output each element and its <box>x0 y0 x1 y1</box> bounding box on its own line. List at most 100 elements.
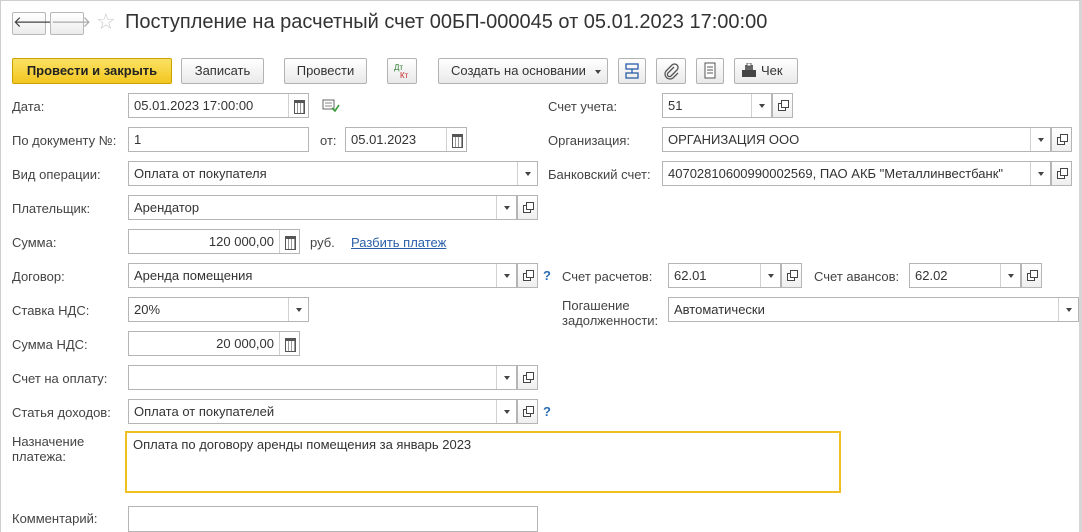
contract-select[interactable]: Аренда помещения <box>128 263 517 288</box>
settlement-account-select[interactable]: 62.01 <box>668 263 781 288</box>
payer-select[interactable]: Арендатор <box>128 195 517 220</box>
income-item-value: Оплата от покупателей <box>134 404 275 419</box>
split-payment-link[interactable]: Разбить платеж <box>351 235 446 250</box>
sum-field[interactable]: 120 000,00 <box>128 229 300 254</box>
calendar-icon[interactable] <box>288 94 308 117</box>
invoice-select[interactable] <box>128 365 517 390</box>
receipt-button[interactable]: Чек <box>734 58 798 84</box>
debt-repayment-select[interactable]: Автоматически <box>668 297 1079 322</box>
sum-value: 120 000,00 <box>208 234 274 249</box>
sum-label: Сумма: <box>12 235 57 250</box>
chevron-down-icon[interactable] <box>760 264 780 287</box>
calendar-icon[interactable] <box>446 128 466 151</box>
arrow-right-icon: 🡒 <box>51 14 92 31</box>
dt-kt-icon: Дт Кт <box>394 63 409 80</box>
svg-text:Кт: Кт <box>400 71 409 80</box>
chevron-down-icon[interactable] <box>496 264 516 287</box>
report-button[interactable] <box>696 58 724 84</box>
create-based-on-label: Создать на основании <box>451 63 586 78</box>
invoice-label: Счет на оплату: <box>12 371 108 386</box>
chevron-down-icon[interactable] <box>496 366 516 389</box>
create-based-on-button[interactable]: Создать на основании <box>438 58 608 84</box>
page-title: Поступление на расчетный счет 00БП-00004… <box>125 11 768 33</box>
income-item-label: Статья доходов: <box>12 405 111 420</box>
bank-account-select[interactable]: 40702810600990002569, ПАО АКБ "Металлинв… <box>662 161 1051 186</box>
vat-sum-field[interactable]: 20 000,00 <box>128 331 300 356</box>
open-bank-account-icon[interactable] <box>1051 161 1072 186</box>
contract-label: Договор: <box>12 269 65 284</box>
currency-label: руб. <box>310 235 335 250</box>
doc-number-field[interactable]: 1 <box>128 127 309 152</box>
attach-button[interactable] <box>656 58 686 84</box>
chevron-down-icon[interactable] <box>288 298 308 321</box>
open-account-icon[interactable] <box>772 93 793 118</box>
datetime-edit-icon[interactable] <box>322 97 340 116</box>
account-label: Счет учета: <box>548 99 618 114</box>
account-select[interactable]: 51 <box>662 93 772 118</box>
chevron-down-icon[interactable] <box>751 94 771 117</box>
cash-register-icon <box>742 63 756 77</box>
operation-type-label: Вид операции: <box>12 167 101 182</box>
open-organization-icon[interactable] <box>1051 127 1072 152</box>
receipt-label: Чек <box>761 63 783 78</box>
vat-rate-value: 20% <box>134 302 161 317</box>
calculator-icon[interactable] <box>279 332 299 355</box>
comment-label: Комментарий: <box>12 511 98 526</box>
settlement-account-label: Счет расчетов: <box>562 269 653 284</box>
payer-value: Арендатор <box>134 200 200 215</box>
open-payer-icon[interactable] <box>517 195 538 220</box>
operation-type-value: Оплата от покупателя <box>134 166 267 181</box>
forward-button[interactable]: 🡒 <box>50 12 91 35</box>
payer-label: Плательщик: <box>12 201 91 216</box>
chevron-down-icon[interactable] <box>496 196 516 219</box>
payment-purpose-textarea[interactable]: Оплата по договору аренды помещения за я… <box>125 431 841 493</box>
comment-field[interactable] <box>128 506 538 532</box>
favorite-star-icon[interactable]: ☆ <box>96 9 116 35</box>
doc-date-field[interactable]: 05.01.2023 <box>345 127 467 152</box>
organization-label: Организация: <box>548 133 631 148</box>
from-label: от: <box>320 133 337 148</box>
open-advance-account-icon[interactable] <box>1021 263 1042 288</box>
save-button[interactable]: Записать <box>181 58 264 84</box>
chevron-down-icon[interactable] <box>1030 128 1050 151</box>
organization-select[interactable]: ОРГАНИЗАЦИЯ ООО <box>662 127 1051 152</box>
post-button[interactable]: Провести <box>284 58 367 84</box>
advance-account-select[interactable]: 62.02 <box>909 263 1021 288</box>
open-contract-icon[interactable] <box>517 263 538 288</box>
contract-help-icon[interactable]: ? <box>543 268 551 283</box>
date-label: Дата: <box>12 99 45 114</box>
open-invoice-icon[interactable] <box>517 365 538 390</box>
vat-sum-label: Сумма НДС: <box>12 337 88 352</box>
chevron-down-icon <box>595 70 601 74</box>
arrow-left-icon: 🡐 <box>13 14 54 31</box>
paperclip-icon <box>664 63 679 80</box>
chevron-down-icon[interactable] <box>517 162 537 185</box>
bank-account-value: 40702810600990002569, ПАО АКБ "Металлинв… <box>668 166 1004 181</box>
income-item-select[interactable]: Оплата от покупателей <box>128 399 517 424</box>
date-value: 05.01.2023 17:00:00 <box>134 98 254 113</box>
date-field[interactable]: 05.01.2023 17:00:00 <box>128 93 309 118</box>
calculator-icon[interactable] <box>279 230 299 253</box>
document-list-icon <box>704 62 716 79</box>
bank-account-label: Банковский счет: <box>548 167 651 182</box>
debt-repayment-label: Погашение задолженности: <box>562 298 658 328</box>
open-settlement-account-icon[interactable] <box>781 263 802 288</box>
vat-rate-label: Ставка НДС: <box>12 303 90 318</box>
dt-kt-button[interactable]: Дт Кт <box>387 58 417 84</box>
chevron-down-icon[interactable] <box>496 400 516 423</box>
debt-repayment-value: Автоматически <box>674 302 765 317</box>
debt-label-line2: задолженности: <box>562 313 659 328</box>
income-item-help-icon[interactable]: ? <box>543 404 551 419</box>
settlement-account-value: 62.01 <box>674 268 707 283</box>
hierarchy-icon <box>625 63 639 79</box>
vat-rate-select[interactable]: 20% <box>128 297 309 322</box>
post-and-close-button[interactable]: Провести и закрыть <box>12 58 172 84</box>
chevron-down-icon[interactable] <box>1030 162 1050 185</box>
chevron-down-icon[interactable] <box>1000 264 1020 287</box>
operation-type-select[interactable]: Оплата от покупателя <box>128 161 538 186</box>
account-value: 51 <box>668 98 683 113</box>
structure-button[interactable] <box>618 58 646 84</box>
back-button[interactable]: 🡐 <box>12 12 53 35</box>
open-income-item-icon[interactable] <box>517 399 538 424</box>
chevron-down-icon[interactable] <box>1058 298 1078 321</box>
